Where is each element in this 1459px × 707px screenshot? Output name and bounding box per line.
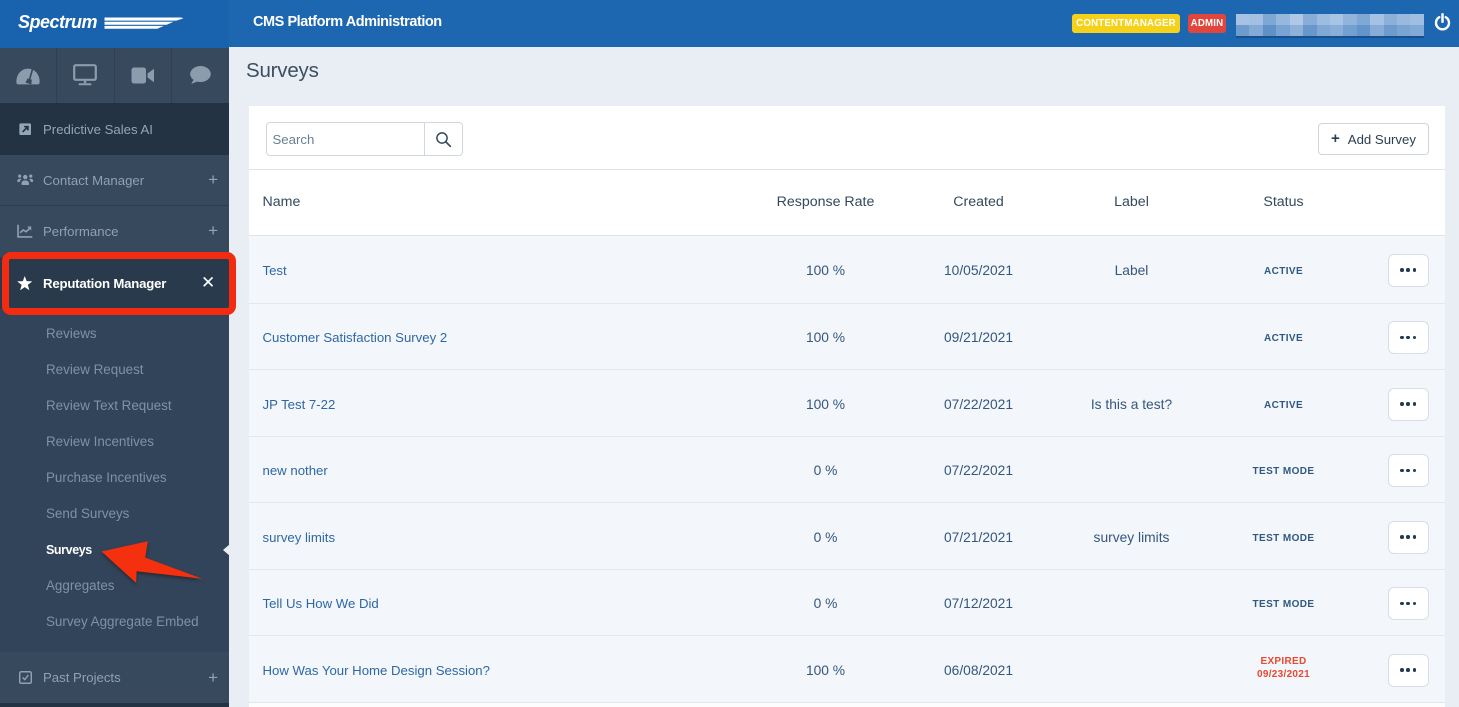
svg-text:Spectrum: Spectrum <box>18 12 98 32</box>
